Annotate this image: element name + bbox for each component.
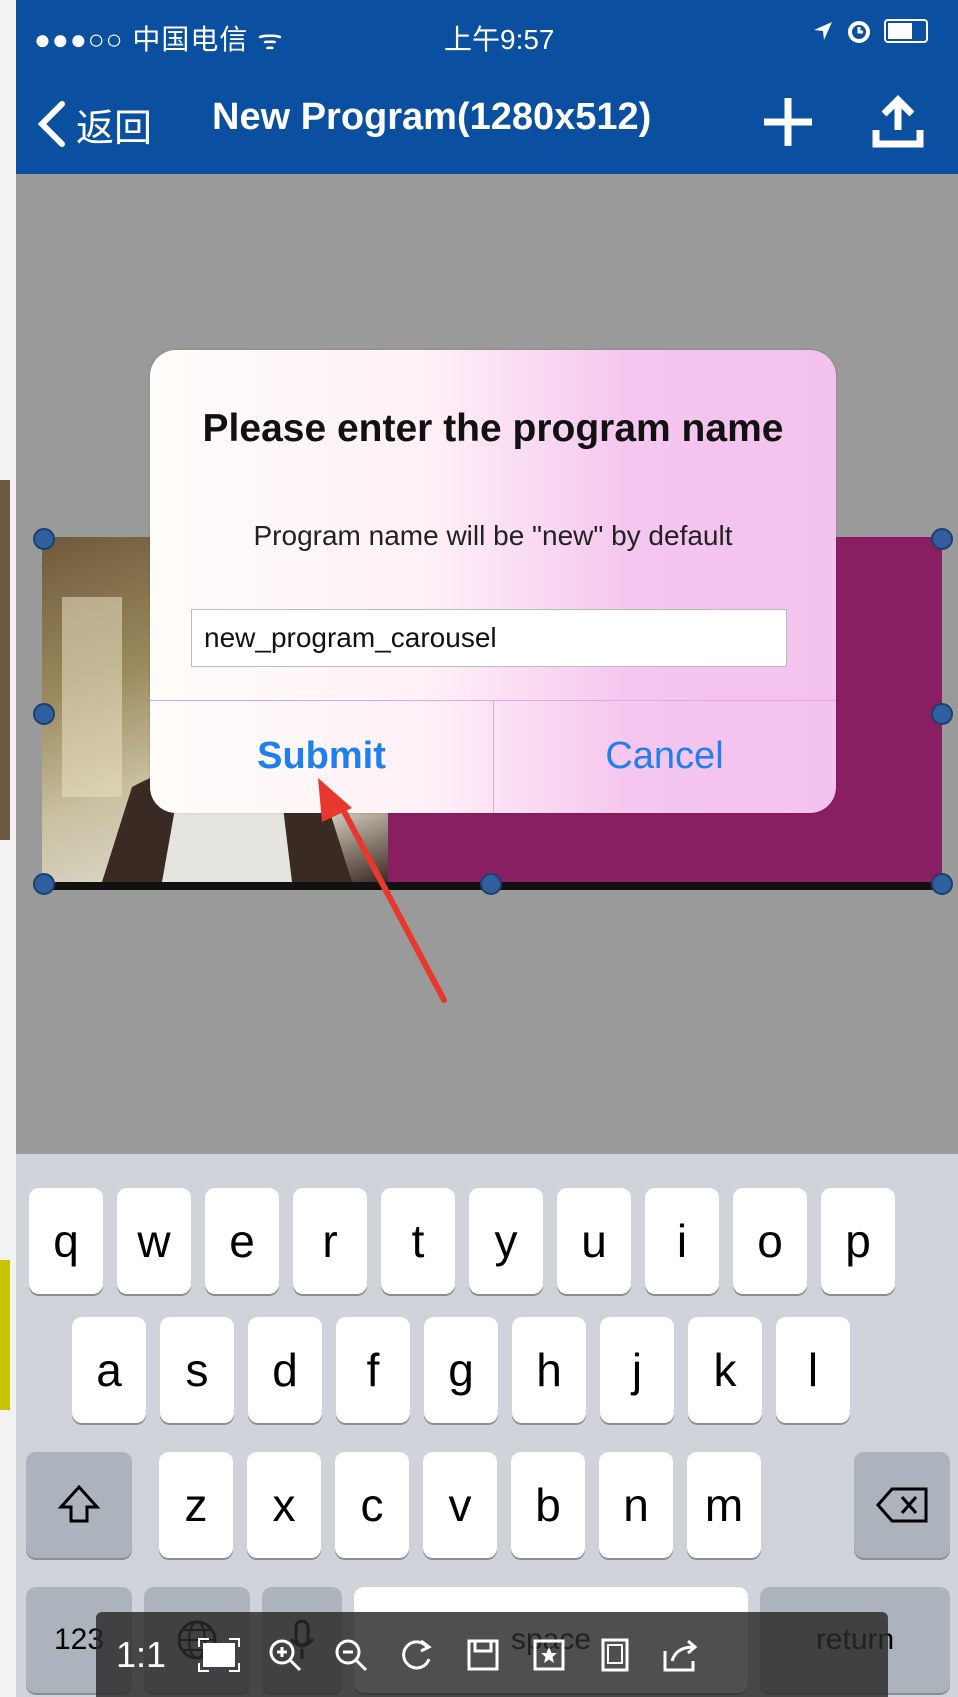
resize-handle-bottom-left[interactable] <box>33 873 55 895</box>
key-c[interactable]: c <box>335 1452 409 1558</box>
zoom-out-icon[interactable] <box>318 1620 384 1690</box>
status-bar: ●●●○○ 中国电信 ᯤ 上午9:57 <box>16 0 958 78</box>
resize-handle-bottom-right[interactable] <box>931 873 953 895</box>
back-button[interactable]: 返回 <box>36 92 152 156</box>
resize-handle-left[interactable] <box>33 703 55 725</box>
shift-key[interactable] <box>26 1452 132 1558</box>
key-o[interactable]: o <box>733 1188 807 1294</box>
key-k[interactable]: k <box>688 1317 762 1423</box>
chevron-left-icon <box>37 101 65 147</box>
resize-handle-top-right[interactable] <box>931 528 953 550</box>
key-w[interactable]: w <box>117 1188 191 1294</box>
location-arrow-icon <box>814 22 832 40</box>
key-s[interactable]: s <box>160 1317 234 1423</box>
key-a[interactable]: a <box>72 1317 146 1423</box>
clock: 上午9:57 <box>444 24 555 55</box>
navigation-bar: 返回 New Program(1280x512) <box>16 78 958 174</box>
key-t[interactable]: t <box>381 1188 455 1294</box>
cancel-button[interactable]: Cancel <box>493 700 836 813</box>
key-i[interactable]: i <box>645 1188 719 1294</box>
image-viewer-toolbar: 1:1 <box>96 1612 888 1697</box>
key-b[interactable]: b <box>511 1452 585 1558</box>
key-e[interactable]: e <box>205 1188 279 1294</box>
key-m[interactable]: m <box>687 1452 761 1558</box>
key-l[interactable]: l <box>776 1317 850 1423</box>
resize-handle-bottom[interactable] <box>480 873 502 895</box>
save-icon[interactable] <box>450 1620 516 1690</box>
alarm-icon <box>848 21 870 43</box>
key-q[interactable]: q <box>29 1188 103 1294</box>
key-u[interactable]: u <box>557 1188 631 1294</box>
zoom-in-icon[interactable] <box>252 1620 318 1690</box>
actual-size-button[interactable]: 1:1 <box>96 1634 186 1676</box>
key-g[interactable]: g <box>424 1317 498 1423</box>
upload-icon[interactable] <box>866 90 930 154</box>
resize-handle-top-left[interactable] <box>33 528 55 550</box>
dialog-subtitle: Program name will be "new" by default <box>253 520 733 551</box>
key-d[interactable]: d <box>248 1317 322 1423</box>
fullscreen-icon[interactable] <box>582 1620 648 1690</box>
key-y[interactable]: y <box>469 1188 543 1294</box>
bookmark-icon[interactable] <box>516 1620 582 1690</box>
program-name-dialog: Please enter the program name Program na… <box>150 350 836 813</box>
fit-screen-icon[interactable] <box>186 1620 252 1690</box>
submit-button[interactable]: Submit <box>150 700 493 813</box>
key-z[interactable]: z <box>159 1452 233 1558</box>
carrier-label: ●●●○○ 中国电信 ᯤ <box>34 24 284 55</box>
program-name-field[interactable] <box>191 609 787 667</box>
key-v[interactable]: v <box>423 1452 497 1558</box>
battery-icon <box>884 19 928 43</box>
key-n[interactable]: n <box>599 1452 673 1558</box>
key-f[interactable]: f <box>336 1317 410 1423</box>
backspace-icon <box>876 1487 928 1523</box>
page-title: New Program(1280x512) <box>212 96 652 138</box>
dialog-title: Please enter the program name <box>202 407 784 450</box>
key-x[interactable]: x <box>247 1452 321 1558</box>
add-icon[interactable] <box>756 90 820 154</box>
resize-handle-right[interactable] <box>931 703 953 725</box>
backspace-key[interactable] <box>854 1452 950 1558</box>
key-j[interactable]: j <box>600 1317 674 1423</box>
program-name-input[interactable] <box>192 610 786 666</box>
rotate-icon[interactable] <box>384 1620 450 1690</box>
back-label: 返回 <box>76 107 153 150</box>
key-h[interactable]: h <box>512 1317 586 1423</box>
shift-icon <box>57 1484 101 1523</box>
desktop-edge-strip <box>0 0 16 1697</box>
share-icon[interactable] <box>648 1620 714 1690</box>
key-r[interactable]: r <box>293 1188 367 1294</box>
key-p[interactable]: p <box>821 1188 895 1294</box>
